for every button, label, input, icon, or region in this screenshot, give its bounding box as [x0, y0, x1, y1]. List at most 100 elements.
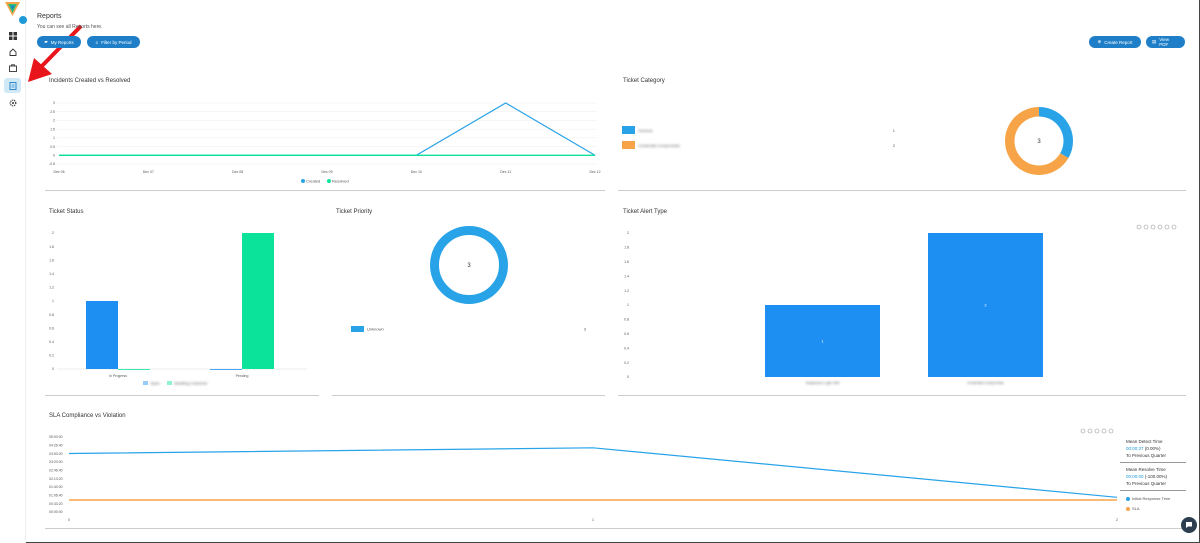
divider — [45, 528, 1186, 529]
y-tick-label: 0 — [627, 375, 629, 379]
legend-label: Resolved — [332, 178, 349, 183]
x-tick-label: Dec 12 — [589, 170, 600, 174]
legend-label: Awaiting Customer — [174, 381, 208, 386]
y-tick-label: 05:00:00 — [49, 435, 63, 439]
page-subtitle: You can see all Reports here. — [37, 24, 103, 30]
x-tick-label: Pending — [236, 374, 249, 378]
x-tick-label: Dec 11 — [500, 170, 511, 174]
magnify-icon — [1094, 428, 1100, 434]
x-tick-label: 1 — [592, 518, 594, 522]
priority-title: Ticket Priority — [336, 209, 373, 215]
menu-icon — [1171, 224, 1177, 230]
x-tick-label: Dec 08 — [232, 170, 243, 174]
legend-label: Initial Response Time — [1132, 496, 1171, 501]
legend-marker — [167, 381, 172, 385]
zoom-in-icon — [1136, 224, 1142, 230]
legend-swatch — [622, 141, 635, 149]
x-tick-label: Dec 06 — [53, 170, 64, 174]
home-icon — [1108, 428, 1114, 434]
y-tick-label: 0.6 — [49, 326, 54, 330]
chat-icon[interactable] — [1181, 517, 1197, 533]
y-tick-label: 2 — [53, 119, 55, 123]
legend-marker — [1126, 506, 1130, 511]
y-tick-label: 2 — [627, 231, 629, 235]
status-title: Ticket Status — [49, 209, 84, 215]
y-tick-label: 2.5 — [50, 110, 55, 114]
y-tick-label: 0.2 — [49, 354, 54, 358]
x-tick-label: In Progress — [109, 374, 127, 378]
filter-icon: ≡ — [95, 39, 99, 45]
legend-label: Unknown — [367, 327, 384, 332]
sla-legend-item: Initial Response Time — [1126, 496, 1170, 501]
x-tick-label: 0 — [68, 518, 70, 522]
status-chart: 2 1.8 1.6 1.4 1.2 1 0.8 0.6 0.4 0.2 0 In Progress Pe… — [49, 231, 307, 386]
dashboard-icon[interactable] — [7, 30, 18, 41]
settings-icon[interactable] — [7, 97, 18, 108]
legend-label: General — [638, 128, 652, 133]
divider — [1120, 462, 1186, 463]
y-tick-label: 03:20:00 — [49, 460, 63, 464]
y-tick-label: 00:00:00 — [49, 510, 63, 514]
reports-icon[interactable] — [4, 78, 21, 93]
x-tick-label: Suspicious Login Test — [806, 381, 840, 385]
create-report-button[interactable]: ⊕ Create Report — [1089, 36, 1141, 48]
priority-chart: 3 Unknown 3 — [351, 226, 587, 332]
zoom-out-icon — [1143, 224, 1149, 230]
x-tick-label: Dec 09 — [321, 170, 332, 174]
pan-icon — [1157, 224, 1163, 230]
divider — [1120, 490, 1186, 491]
y-tick-label: 1.8 — [49, 245, 54, 249]
sidebar — [0, 0, 27, 543]
incidents-chart: 3 2.5 2 1.5 1 0.5 0 -0.5 Dec 06 Dec 07 Dec 08 Dec 0… — [49, 101, 601, 183]
magnify-icon — [1150, 224, 1156, 230]
y-tick-label: 1.4 — [624, 274, 629, 278]
annotation-arrow — [28, 24, 83, 82]
alert-title: Ticket Alert Type — [623, 209, 668, 215]
legend-marker — [1126, 496, 1130, 501]
sla-chart: 05:00:00 04:26:40 03:53:20 03:20:00 02:46:40… — [49, 428, 1118, 522]
legend-swatch — [622, 126, 635, 134]
y-tick-label: 1.8 — [624, 246, 629, 250]
legend-marker — [301, 179, 305, 183]
y-tick-label: 02:13:20 — [49, 477, 63, 481]
y-tick-label: -0.5 — [49, 162, 55, 166]
my-reports-button[interactable]: ▰ My Reports — [37, 36, 81, 48]
legend-value: 2 — [893, 143, 896, 148]
donut-center-label: 3 — [467, 263, 471, 269]
y-tick-label: 1 — [52, 299, 54, 303]
zoom-in-icon — [1080, 428, 1086, 434]
y-tick-label: 0.4 — [49, 340, 54, 344]
series-line-0 — [68, 447, 1118, 498]
add-report-icon: ⊕ — [1097, 39, 1102, 44]
divider — [45, 395, 319, 396]
y-tick-label: 1.5 — [50, 127, 55, 131]
bar — [242, 233, 274, 369]
pdf-icon: ▤ — [1152, 39, 1157, 44]
bar — [210, 369, 242, 370]
legend-label: SLA — [1132, 506, 1140, 511]
incidents-title: Incidents Created vs Resolved — [49, 78, 131, 84]
legend-value: 1 — [893, 128, 896, 133]
pan-icon — [1101, 428, 1107, 434]
divider — [618, 190, 1186, 191]
y-tick-label: 04:26:40 — [49, 444, 63, 448]
y-tick-label: 0.8 — [624, 318, 629, 322]
tickets-icon[interactable] — [7, 62, 18, 73]
y-tick-label: 0.4 — [624, 346, 629, 350]
legend-label: Open — [150, 381, 160, 386]
x-tick-label: Credential Compromise — [967, 381, 1004, 385]
y-tick-label: 1 — [53, 136, 55, 140]
view-pdf-button[interactable]: ▤ View PDF — [1146, 36, 1185, 48]
y-tick-label: 0.2 — [624, 361, 629, 365]
legend-marker — [143, 381, 148, 385]
y-tick-label: 1 — [627, 303, 629, 307]
x-tick-label: 2 — [1116, 518, 1118, 522]
filter-period-button[interactable]: ≡ Filter by Period — [87, 36, 140, 48]
y-tick-label: 2 — [52, 231, 54, 235]
y-tick-label: 1.6 — [49, 258, 54, 262]
home-icon[interactable] — [7, 46, 18, 57]
y-tick-label: 1.6 — [624, 260, 629, 264]
y-tick-label: 3 — [53, 101, 55, 105]
legend-swatch — [351, 326, 364, 332]
donut-center-label: 3 — [1037, 139, 1041, 145]
